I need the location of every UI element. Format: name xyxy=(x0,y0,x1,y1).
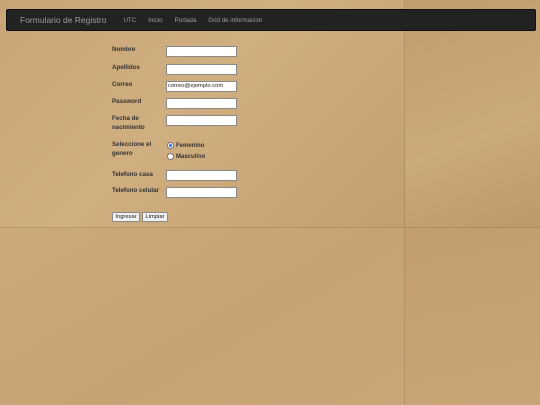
password-input[interactable] xyxy=(166,98,237,109)
ingresar-button[interactable]: Ingresar xyxy=(112,212,140,222)
paper-background xyxy=(0,0,540,405)
nav-link-portada[interactable]: Portada xyxy=(175,17,197,24)
genero-option-femenino[interactable]: Femenino xyxy=(167,142,204,149)
telefono-casa-input[interactable] xyxy=(166,170,237,181)
radio-femenino[interactable] xyxy=(167,142,174,149)
genero-label: Seleccione el genero xyxy=(112,141,152,157)
nombre-label: Nombre xyxy=(112,46,136,53)
fecha-nacimiento-input[interactable] xyxy=(166,115,237,126)
genero-option-masculino[interactable]: Masculino xyxy=(167,153,205,160)
top-navbar: Formulario de Registro UTC Inicio Portad… xyxy=(6,9,536,31)
telefono-celular-input[interactable] xyxy=(166,187,237,198)
femenino-label: Femenino xyxy=(176,142,205,149)
correo-label: Correo xyxy=(112,81,133,88)
apellidos-input[interactable] xyxy=(166,64,237,75)
apellidos-label: Apellidos xyxy=(112,64,140,71)
telefono-celular-label: Telefono celular xyxy=(112,187,159,194)
password-label: Password xyxy=(112,98,142,105)
fecha-nacimiento-label: Fecha de nacimiento xyxy=(112,115,145,131)
radio-masculino[interactable] xyxy=(167,153,174,160)
masculino-label: Masculino xyxy=(176,153,206,160)
nav-link-grid[interactable]: Grid de informacion xyxy=(208,17,262,24)
nombre-input[interactable] xyxy=(166,46,237,57)
nav-link-inicio[interactable]: Inicio xyxy=(148,17,162,24)
limpiar-button[interactable]: Limpiar xyxy=(142,212,168,222)
correo-input[interactable]: correo@ejemplo.com xyxy=(166,81,237,92)
telefono-casa-label: Telefono casa xyxy=(112,171,153,178)
nav-link-utc[interactable]: UTC xyxy=(123,17,136,24)
navbar-brand[interactable]: Formulario de Registro xyxy=(20,15,106,25)
